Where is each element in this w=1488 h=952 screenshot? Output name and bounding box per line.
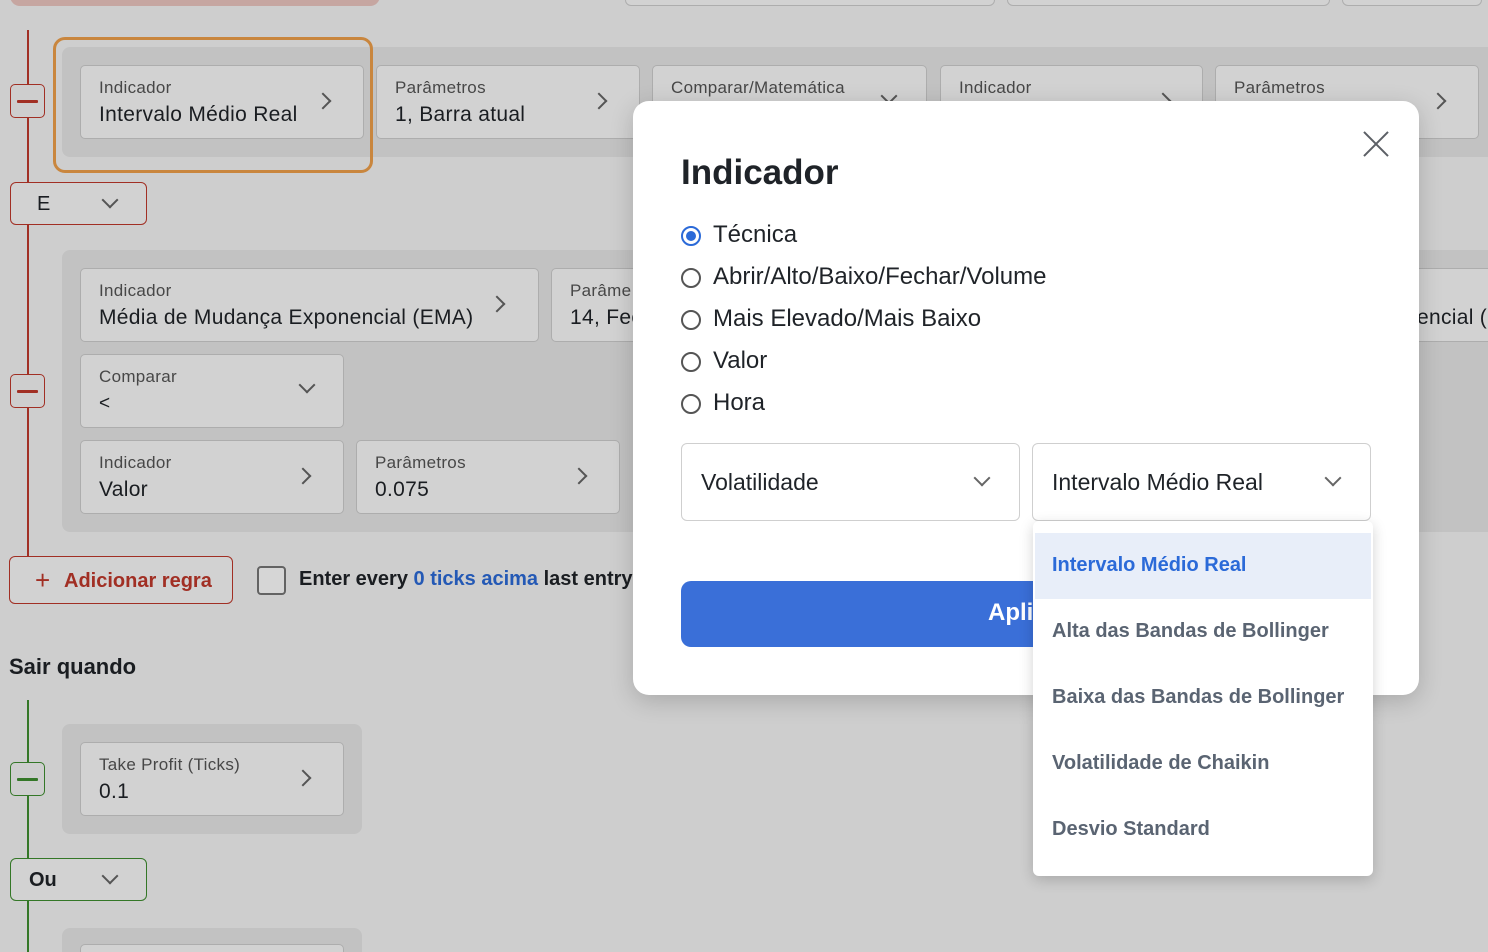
dropdown-option-label: Alta das Bandas de Bollinger — [1052, 620, 1329, 642]
indicator-select-value: Intervalo Médio Real — [1052, 469, 1263, 495]
radio-icon[interactable] — [681, 394, 701, 414]
radio-icon[interactable] — [681, 268, 701, 288]
chevron-down-icon — [973, 469, 991, 487]
radio-selected-icon[interactable] — [681, 226, 701, 246]
dropdown-option-label: Baixa das Bandas de Bollinger — [1052, 686, 1345, 708]
dropdown-option[interactable]: Desvio Standard — [1035, 797, 1371, 863]
category-select-value: Volatilidade — [701, 469, 819, 495]
dropdown-option-label: Intervalo Médio Real — [1052, 554, 1247, 576]
radio-label: Abrir/Alto/Baixo/Fechar/Volume — [713, 263, 1047, 290]
close-icon[interactable] — [1359, 127, 1393, 161]
dropdown-option[interactable]: Baixa das Bandas de Bollinger — [1035, 665, 1371, 731]
dropdown-option[interactable]: Intervalo Médio Real — [1035, 533, 1371, 599]
dropdown-option[interactable]: Alta das Bandas de Bollinger — [1035, 599, 1371, 665]
radio-label: Valor — [713, 347, 768, 374]
radio-label: Mais Elevado/Mais Baixo — [713, 305, 982, 332]
dropdown-option[interactable]: Volatilidade de Chaikin — [1035, 731, 1371, 797]
radio-icon[interactable] — [681, 352, 701, 372]
chevron-down-icon — [1324, 469, 1342, 487]
modal-title: Indicador — [681, 153, 839, 192]
indicator-select[interactable]: Intervalo Médio Real — [1032, 443, 1371, 521]
dropdown-option-label: Desvio Standard — [1052, 818, 1210, 840]
indicator-dropdown-menu: Intervalo Médio Real Alta das Bandas de … — [1033, 521, 1373, 876]
radio-label: Hora — [713, 389, 766, 416]
radio-icon[interactable] — [681, 310, 701, 330]
dropdown-option-label: Volatilidade de Chaikin — [1052, 752, 1270, 774]
radio-label: Técnica — [713, 221, 798, 248]
category-select[interactable]: Volatilidade — [681, 443, 1020, 521]
